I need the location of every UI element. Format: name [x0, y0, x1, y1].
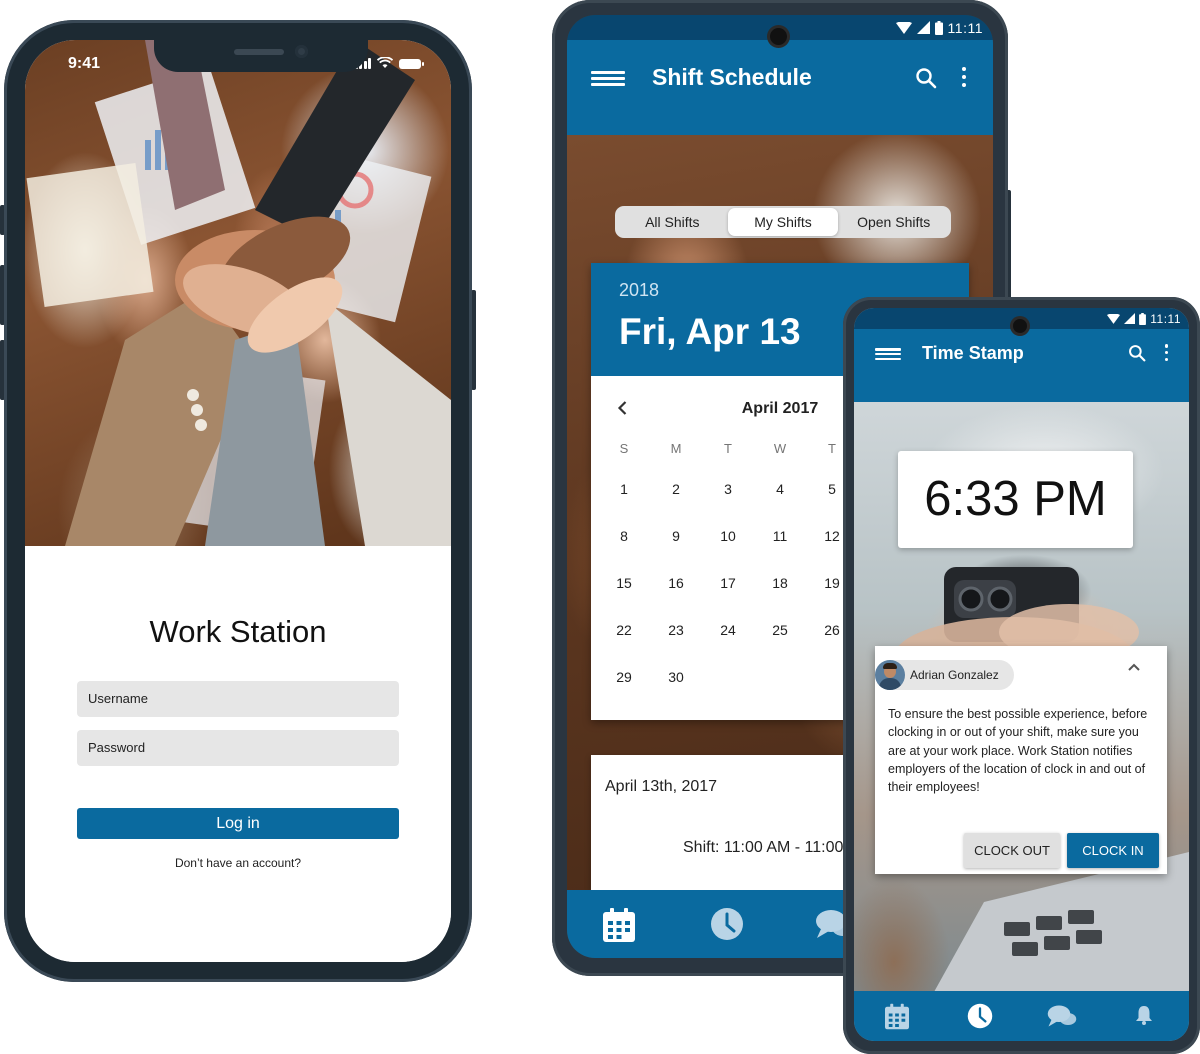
selected-date: Fri, Apr 13	[619, 311, 801, 352]
status-time: 11:11	[1150, 311, 1181, 326]
user-name: Adrian Gonzalez	[910, 668, 999, 682]
avatar	[875, 660, 905, 690]
menu-icon[interactable]	[875, 348, 901, 360]
ios-login-phone: 9:41 Work Station Username Password Log …	[0, 20, 476, 982]
screen-title: Shift Schedule	[652, 64, 812, 90]
calendar-icon[interactable]	[602, 907, 636, 943]
login-button[interactable]: Log in	[77, 808, 399, 839]
search-icon[interactable]	[915, 67, 937, 89]
calendar-day[interactable]: 22	[598, 620, 650, 667]
calendar-day[interactable]: 29	[598, 667, 650, 714]
calendar-day[interactable]: 18	[754, 573, 806, 620]
user-chip[interactable]: Adrian Gonzalez	[875, 660, 1014, 690]
clock-in-notice-card: Adrian Gonzalez To ensure the best possi…	[875, 646, 1167, 874]
login-screen: 9:41 Work Station Username Password Log …	[25, 40, 451, 962]
calendar-day[interactable]	[702, 667, 754, 714]
notice-message: To ensure the best possible experience, …	[888, 707, 1148, 795]
calendar-day[interactable]: 17	[702, 573, 754, 620]
password-field[interactable]: Password	[77, 730, 399, 766]
battery-icon	[1139, 312, 1147, 325]
selected-year[interactable]: 2018	[619, 280, 659, 301]
battery-icon	[399, 59, 424, 69]
front-camera	[1013, 319, 1027, 333]
clock-out-button[interactable]: CLOCK OUT	[964, 833, 1060, 868]
status-time: 11:11	[947, 19, 983, 36]
calendar-day[interactable]: 10	[702, 526, 754, 573]
calendar-day[interactable]: 23	[650, 620, 702, 667]
calendar-day[interactable]: 15	[598, 573, 650, 620]
calendar-day[interactable]: 1	[598, 479, 650, 526]
calendar-day[interactable]: 11	[754, 526, 806, 573]
speaker-grille	[234, 49, 284, 55]
calendar-day[interactable]: 9	[650, 526, 702, 573]
segment-open-shifts[interactable]: Open Shifts	[838, 208, 949, 236]
wifi-icon	[895, 21, 912, 34]
weekday-label: W	[773, 441, 787, 456]
search-icon[interactable]	[1128, 344, 1146, 362]
team-hands-photo	[25, 40, 451, 546]
wifi-icon	[377, 57, 393, 68]
clock-icon[interactable]	[967, 1003, 993, 1029]
calendar-day[interactable]: 25	[754, 620, 806, 667]
status-time: 9:41	[68, 55, 101, 72]
calendar-day[interactable]	[754, 667, 806, 714]
calendar-day[interactable]: 4	[754, 479, 806, 526]
signal-icon	[916, 21, 930, 34]
shift-date: April 13th, 2017	[605, 778, 718, 795]
app-title: Work Station	[149, 614, 327, 649]
screen-title: Time Stamp	[922, 343, 1024, 363]
calendar-day[interactable]: 16	[650, 573, 702, 620]
front-camera	[295, 45, 308, 58]
weekday-label: T	[724, 441, 732, 456]
calendar-day[interactable]: 30	[650, 667, 702, 714]
more-options-icon[interactable]	[961, 67, 967, 87]
time-stamp-screen: 11:11 Time Stamp 6:33 PM Adrian Gonzalez…	[854, 308, 1189, 1041]
signal-icon	[1124, 313, 1136, 324]
segment-my-shifts[interactable]: My Shifts	[727, 208, 839, 236]
calendar-day[interactable]: 24	[702, 620, 754, 667]
current-time-display: 6:33 PM	[898, 451, 1133, 548]
calendar-icon[interactable]	[884, 1003, 910, 1030]
username-field[interactable]: Username	[77, 681, 399, 717]
notch	[154, 40, 368, 72]
shift-filter-segmented-control: All Shifts My Shifts Open Shifts	[615, 206, 951, 238]
calendar-day[interactable]: 8	[598, 526, 650, 573]
battery-icon	[934, 20, 943, 35]
calendar-day[interactable]: 2	[650, 479, 702, 526]
segment-all-shifts[interactable]: All Shifts	[617, 208, 728, 236]
front-camera	[770, 28, 787, 45]
bottom-navigation	[854, 991, 1189, 1041]
shift-time: Shift: 11:00 AM - 11:00	[683, 839, 844, 856]
clock-icon[interactable]	[710, 907, 744, 941]
weekday-label: S	[619, 441, 629, 456]
calendar-day[interactable]: 3	[702, 479, 754, 526]
chevron-up-icon[interactable]	[1127, 662, 1141, 672]
time-stamp-phone: 11:11 Time Stamp 6:33 PM Adrian Gonzalez…	[843, 297, 1200, 1054]
menu-icon[interactable]	[591, 71, 625, 86]
team-hands-illustration	[26, 40, 451, 546]
more-options-icon[interactable]	[1164, 344, 1169, 361]
weekday-label: M	[670, 441, 682, 456]
wifi-icon	[1107, 313, 1121, 324]
bell-icon[interactable]	[1135, 1005, 1153, 1025]
login-form-area: Work Station Username Password Log in Do…	[25, 546, 451, 962]
app-bar	[854, 329, 1189, 402]
signup-link[interactable]: Don’t have an account?	[25, 856, 451, 870]
chat-icon[interactable]	[1047, 1003, 1077, 1029]
clock-in-button[interactable]: CLOCK IN	[1067, 833, 1159, 868]
